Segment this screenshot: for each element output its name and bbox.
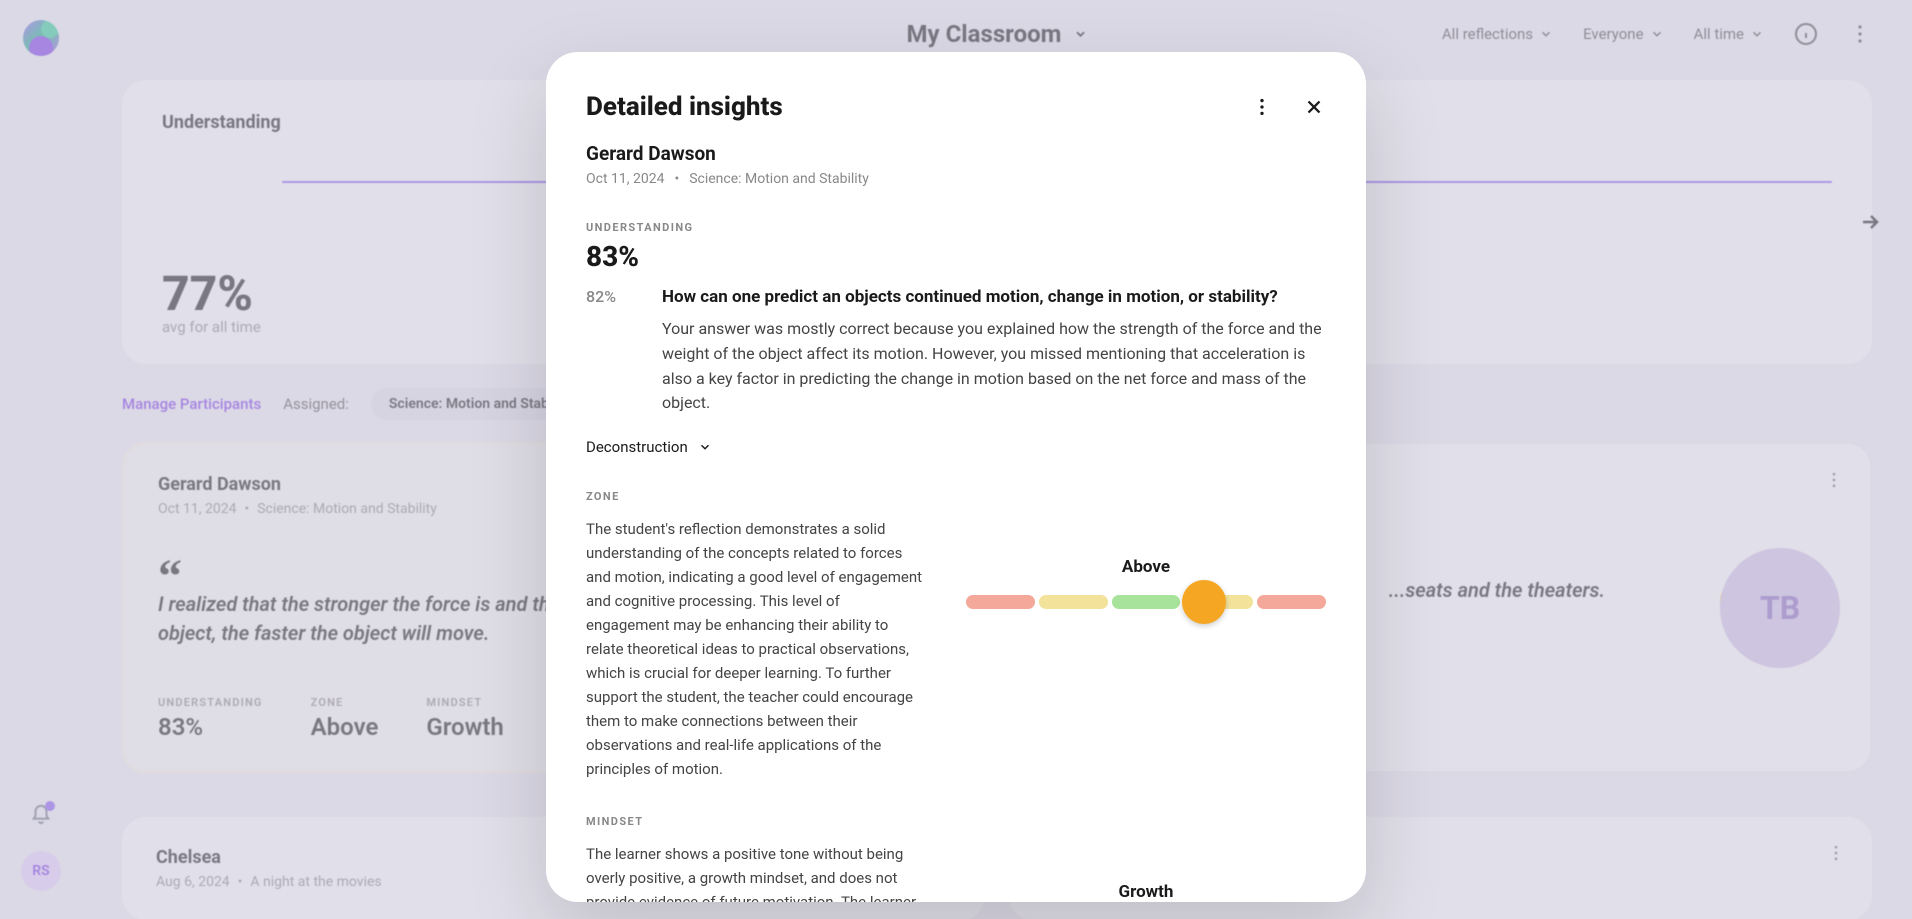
deconstruction-label: Deconstruction xyxy=(586,438,688,456)
zone-gauge xyxy=(966,595,1326,609)
modal-date: Oct 11, 2024 xyxy=(586,171,664,187)
zone-gauge-knob xyxy=(1182,580,1226,624)
close-icon xyxy=(1303,96,1325,118)
zone-value: Above xyxy=(966,557,1326,577)
more-vertical-icon xyxy=(1251,96,1273,118)
question-answer: Your answer was mostly correct because y… xyxy=(662,317,1326,416)
understanding-section-label: UNDERSTANDING xyxy=(586,221,1326,234)
mindset-section-label: MINDSET xyxy=(586,815,1326,828)
modal-close-button[interactable] xyxy=(1302,95,1326,119)
modal-subject: Science: Motion and Stability xyxy=(689,171,869,187)
understanding-percent: 83% xyxy=(586,240,1326,273)
deconstruction-toggle[interactable]: Deconstruction xyxy=(586,438,1326,456)
zone-section-label: ZONE xyxy=(586,490,1326,503)
question-title: How can one predict an objects continued… xyxy=(662,287,1326,307)
mindset-description: The learner shows a positive tone withou… xyxy=(586,842,926,902)
mindset-value: Growth xyxy=(966,882,1326,902)
zone-description: The student's reflection demonstrates a … xyxy=(586,517,926,781)
chevron-down-icon xyxy=(698,440,712,454)
modal-student-name: Gerard Dawson xyxy=(586,142,1326,165)
detailed-insights-modal: Detailed insights Gerard Dawson Oct 11, … xyxy=(546,52,1366,902)
question-percent: 82% xyxy=(586,287,628,416)
dot-separator: • xyxy=(674,171,679,187)
modal-more-button[interactable] xyxy=(1250,95,1274,119)
modal-title: Detailed insights xyxy=(586,92,783,122)
